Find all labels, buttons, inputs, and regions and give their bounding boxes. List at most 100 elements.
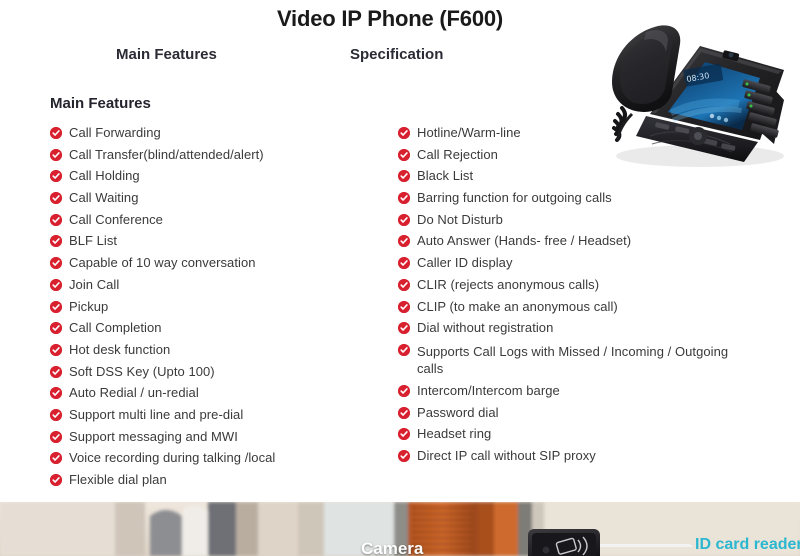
check-circle-icon [50, 343, 62, 356]
feature-item-label: Soft DSS Key (Upto 100) [69, 363, 215, 379]
svg-text:08:30: 08:30 [686, 71, 710, 84]
feature-item-label: Flexible dial plan [69, 472, 167, 487]
check-circle-icon [50, 148, 62, 161]
check-circle-icon [398, 148, 410, 161]
feature-item-label: Call Holding [69, 168, 140, 184]
feature-item: Barring function for outgoing calls [398, 190, 738, 206]
check-circle-icon [398, 127, 410, 139]
feature-item-label: CLIR (rejects anonymous calls) [417, 276, 600, 292]
label-camera: Camera [361, 539, 424, 556]
feature-item-label: Caller ID display [417, 255, 513, 271]
feature-item: Join Call [50, 276, 390, 293]
check-circle-icon [50, 452, 62, 465]
feature-item: Hotline/Warm-line [398, 125, 738, 141]
section-heading-main-features: Main Features [50, 95, 151, 112]
check-circle-icon [50, 365, 62, 378]
feature-item: Direct IP call without SIP proxy [398, 447, 738, 464]
feature-item: Call Forwarding [50, 125, 390, 141]
feature-item-label: Supports Call Logs with Missed / Incomin… [417, 343, 729, 377]
tab-specification[interactable]: Specification [350, 46, 443, 63]
idcard-leader-line [600, 545, 692, 547]
feature-item-label: Password dial [417, 404, 499, 420]
label-id-card-reader: ID card reader [695, 536, 800, 553]
check-circle-icon [50, 235, 62, 248]
check-circle-icon [398, 192, 410, 205]
feature-item-label: Hot desk function [69, 341, 171, 357]
feature-item: Call Rejection [398, 146, 738, 163]
feature-item: Auto Redial / un-redial [50, 386, 390, 401]
check-circle-icon [50, 322, 62, 335]
check-circle-icon [398, 322, 410, 335]
feature-item: CLIP (to make an anonymous call) [398, 298, 738, 315]
feature-item: Intercom/Intercom barge [398, 382, 738, 399]
feature-item-label: Voice recording during talking /local [69, 450, 276, 466]
feature-item-label: Barring function for outgoing calls [417, 190, 612, 206]
feature-item: Support messaging and MWI [50, 429, 390, 445]
feature-item-label: Auto Answer (Hands- free / Headset) [417, 233, 632, 249]
feature-item-label: CLIP (to make an anonymous call) [417, 298, 618, 314]
feature-item: Support multi line and pre-dial [50, 406, 390, 423]
check-circle-icon [398, 213, 410, 226]
check-circle-icon [50, 430, 62, 443]
check-circle-icon [50, 127, 62, 139]
feature-item: Pickup [50, 298, 390, 315]
feature-item-label: Call Completion [69, 320, 162, 336]
feature-item: Call Conference [50, 212, 390, 228]
feature-item: Call Waiting [50, 190, 390, 206]
feature-item: Black List [398, 169, 738, 184]
feature-item: Call Transfer(blind/attended/alert) [50, 147, 390, 163]
feature-item: Capable of 10 way conversation [50, 255, 390, 271]
tab-main-features[interactable]: Main Features [116, 46, 217, 63]
check-circle-icon [398, 406, 410, 419]
feature-item: Caller ID display [398, 255, 738, 271]
feature-item-label: Auto Redial / un-redial [69, 385, 199, 401]
feature-item: Voice recording during talking /local [50, 451, 390, 466]
feature-item: Password dial [398, 404, 738, 421]
check-circle-icon [50, 170, 62, 183]
feature-item-label: Intercom/Intercom barge [417, 382, 560, 398]
check-circle-icon [50, 192, 62, 205]
check-circle-icon [398, 300, 410, 313]
feature-item: Supports Call Logs with Missed / Incomin… [398, 343, 738, 378]
feature-item-label: BLF List [69, 233, 118, 249]
check-circle-icon [398, 343, 410, 356]
check-circle-icon [50, 387, 62, 400]
check-circle-icon [50, 213, 62, 226]
product-spec-page: Video IP Phone (F600) Main Features Spec… [0, 0, 800, 556]
feature-item: Hot desk function [50, 341, 390, 358]
feature-item-label: Hotline/Warm-line [417, 125, 521, 140]
feature-item-label: Call Rejection [417, 146, 498, 162]
check-circle-icon [398, 384, 410, 397]
tab-bar: Main Features Specification [0, 46, 800, 70]
check-circle-icon [398, 235, 410, 248]
feature-list-left: Call Forwarding Call Transfer(blind/atten… [50, 125, 390, 495]
feature-item-label: Call Forwarding [69, 125, 161, 140]
check-circle-icon [398, 449, 410, 462]
feature-item-label: Support multi line and pre-dial [69, 406, 244, 422]
feature-item-label: Join Call [69, 276, 120, 292]
check-circle-icon [398, 257, 410, 270]
check-circle-icon [398, 170, 410, 183]
feature-item-label: Capable of 10 way conversation [69, 255, 256, 271]
feature-item: BLF List [50, 234, 390, 249]
feature-item: Call Holding [50, 169, 390, 184]
check-circle-icon [398, 278, 410, 291]
feature-item-label: Black List [417, 168, 474, 184]
feature-item: Headset ring [398, 427, 738, 442]
check-circle-icon [50, 257, 62, 270]
feature-item: Soft DSS Key (Upto 100) [50, 363, 390, 380]
feature-item: Do Not Disturb [398, 211, 738, 228]
check-circle-icon [50, 408, 62, 421]
feature-item: Auto Answer (Hands- free / Headset) [398, 234, 738, 249]
feature-item-label: Pickup [69, 298, 109, 314]
feature-item: Dial without registration [398, 320, 738, 336]
feature-item-label: Call Waiting [69, 190, 139, 206]
check-circle-icon [50, 300, 62, 313]
feature-item-label: Headset ring [417, 426, 492, 442]
page-title: Video IP Phone (F600) [276, 6, 504, 31]
feature-item-label: Do Not Disturb [417, 211, 503, 227]
check-circle-icon [50, 474, 62, 486]
check-circle-icon [50, 278, 62, 291]
feature-item-label: Dial without registration [417, 320, 554, 336]
feature-item-label: Direct IP call without SIP proxy [417, 447, 596, 463]
